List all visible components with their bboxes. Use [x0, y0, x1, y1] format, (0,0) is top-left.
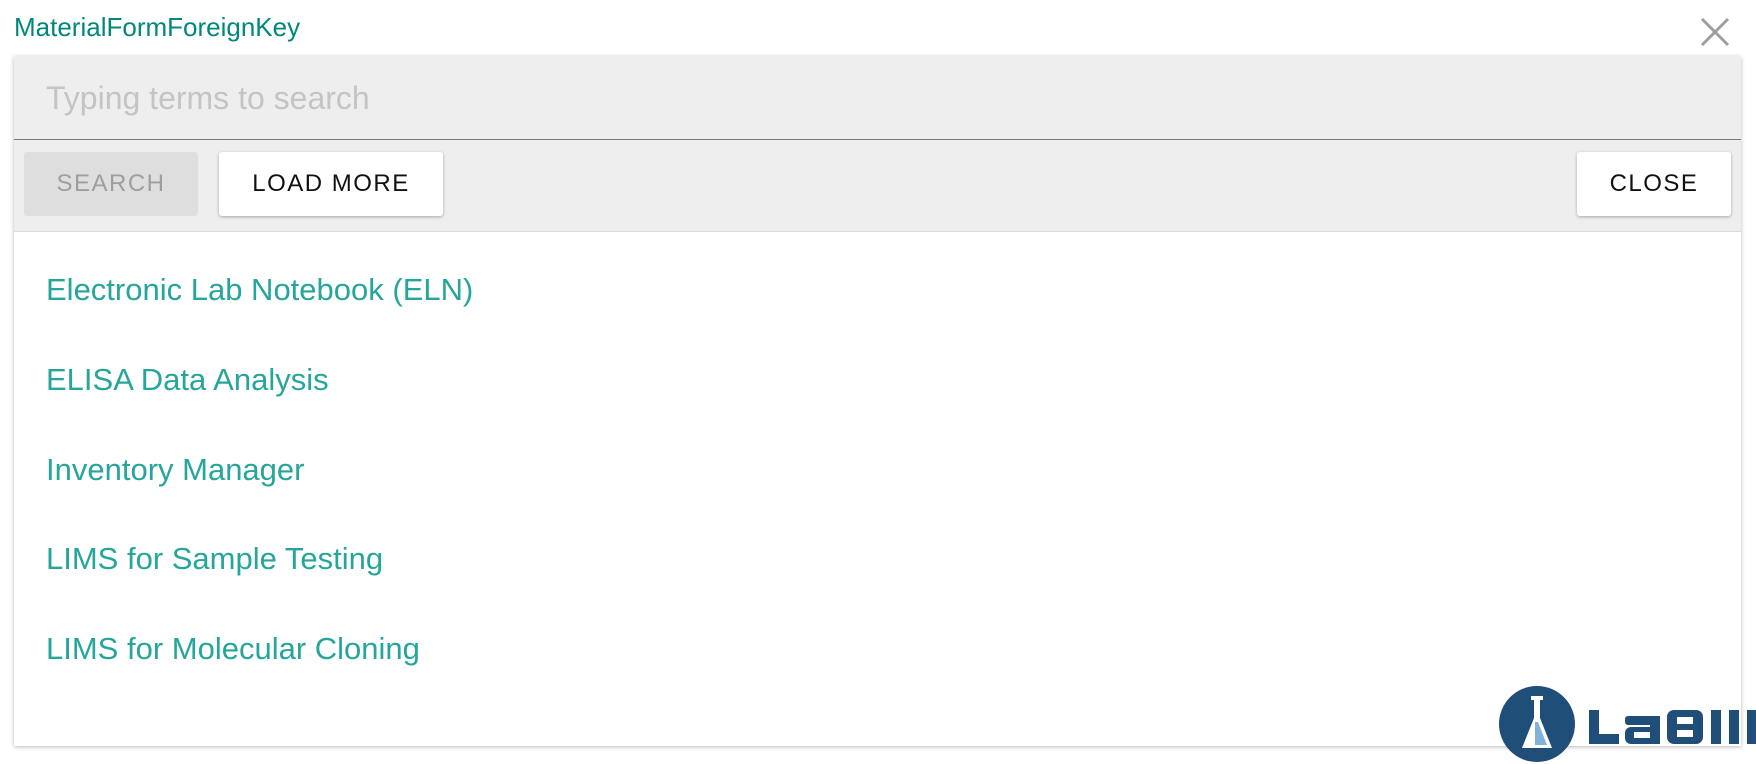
- search-panel: SEARCH LOAD MORE CLOSE Electronic Lab No…: [14, 56, 1741, 746]
- dialog: MaterialFormForeignKey SEARCH LOAD MORE …: [0, 0, 1756, 764]
- close-button[interactable]: CLOSE: [1577, 152, 1731, 216]
- search-input[interactable]: [44, 74, 1708, 122]
- list-item[interactable]: ELISA Data Analysis: [46, 362, 329, 402]
- dialog-title: MaterialFormForeignKey: [14, 12, 301, 42]
- flask-icon: [1499, 686, 1575, 762]
- list-item[interactable]: Electronic Lab Notebook (ELN): [46, 272, 473, 312]
- list-item[interactable]: LIMS for Sample Testing: [46, 541, 383, 581]
- close-icon[interactable]: [1697, 14, 1733, 50]
- labii-logo: [1497, 684, 1756, 764]
- list-item[interactable]: LIMS for Molecular Cloning: [46, 631, 420, 671]
- list-item[interactable]: Inventory Manager: [46, 452, 304, 492]
- load-more-button[interactable]: LOAD MORE: [219, 152, 443, 216]
- search-field: [14, 56, 1741, 140]
- search-button[interactable]: SEARCH: [24, 152, 198, 216]
- toolbar: SEARCH LOAD MORE CLOSE: [14, 140, 1741, 232]
